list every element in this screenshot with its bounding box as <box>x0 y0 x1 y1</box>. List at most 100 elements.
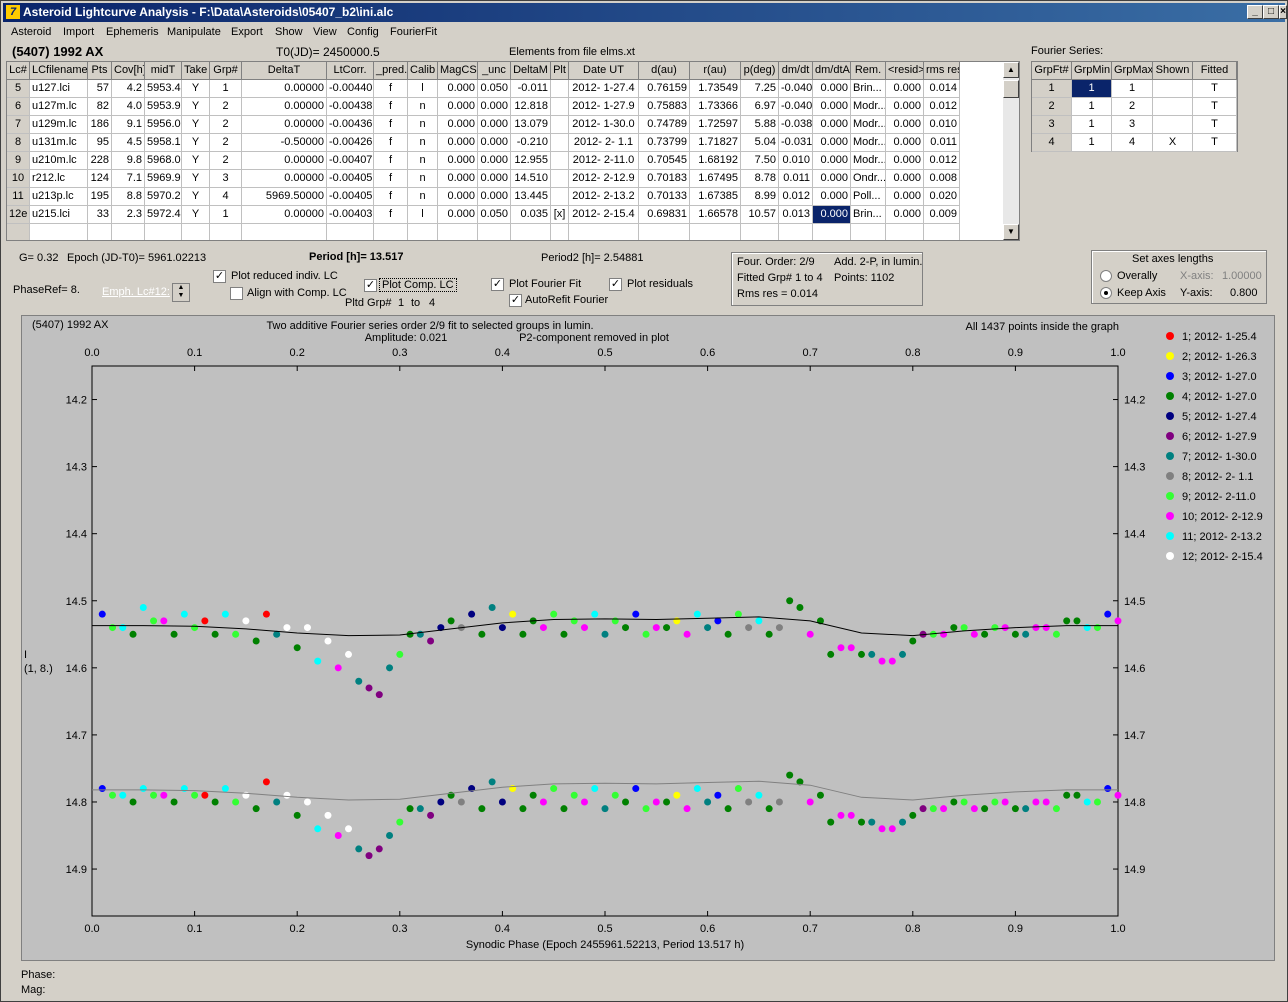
column-header[interactable]: p(deg) <box>741 62 779 80</box>
scroll-down-icon[interactable]: ▼ <box>1003 224 1019 240</box>
table-row[interactable]: 9 u210m.lc 228 9.8 5968.0 Y 2 0.00000 -0.00407 f n… <box>7 152 1007 170</box>
plot-fourier-checkbox[interactable]: ✓ <box>491 278 504 291</box>
table-cell[interactable]: Modr... <box>851 152 886 170</box>
table-cell[interactable]: n <box>408 134 438 152</box>
table-cell[interactable]: f <box>374 98 408 116</box>
chart-svg[interactable]: 0.0 0.0 0.1 0.1 0.2 0.2 0.3 0.3 0.4 0.4 0.5 0.5 0.6 0… <box>22 316 1274 960</box>
table-cell[interactable]: 0.000 <box>438 188 478 206</box>
table-cell[interactable]: 4.0 <box>112 98 145 116</box>
emph-spinner[interactable]: ▲ ▼ <box>172 283 190 302</box>
table-cell[interactable]: 5972.4 <box>145 206 182 224</box>
table-cell[interactable]: 1.72597 <box>690 116 741 134</box>
table-cell[interactable]: 228 <box>88 152 112 170</box>
table-cell[interactable]: 5968.0 <box>145 152 182 170</box>
table-cell[interactable]: 1.67495 <box>690 170 741 188</box>
menu-import[interactable]: Import <box>63 26 94 38</box>
table-cell[interactable]: 12.955 <box>511 152 551 170</box>
table-cell[interactable]: -0.210 <box>511 134 551 152</box>
fourier-cell[interactable] <box>1153 98 1193 116</box>
table-cell[interactable]: 8 <box>7 134 30 152</box>
table-cell[interactable]: 0.000 <box>813 170 851 188</box>
table-cell[interactable] <box>551 116 569 134</box>
plot-comp-checkbox[interactable]: ✓ <box>364 279 377 292</box>
column-header[interactable]: DeltaM <box>511 62 551 80</box>
table-cell[interactable] <box>145 224 182 240</box>
table-cell[interactable] <box>551 134 569 152</box>
table-cell[interactable]: 0.012 <box>779 188 813 206</box>
table-cell[interactable]: 5953.4 <box>145 80 182 98</box>
table-cell[interactable] <box>551 98 569 116</box>
column-header[interactable]: GrpFt# <box>1032 62 1072 80</box>
menu-export[interactable]: Export <box>231 26 263 38</box>
table-cell[interactable] <box>551 80 569 98</box>
column-header[interactable]: MagCS <box>438 62 478 80</box>
table-cell[interactable]: -0.50000 <box>242 134 327 152</box>
table-cell[interactable] <box>112 224 145 240</box>
column-header[interactable]: dm/dtA <box>813 62 851 80</box>
table-cell[interactable]: -0.00407 <box>327 152 374 170</box>
fourier-row[interactable]: 212 T <box>1032 98 1288 116</box>
table-cell[interactable]: -0.00440 <box>327 80 374 98</box>
table-cell[interactable]: 1.67385 <box>690 188 741 206</box>
table-cell[interactable]: 0.000 <box>438 98 478 116</box>
table-cell[interactable]: 0.050 <box>478 206 511 224</box>
table-cell[interactable]: n <box>408 188 438 206</box>
table-cell[interactable]: 3 <box>210 170 242 188</box>
table-cell[interactable]: u129m.lc <box>30 116 88 134</box>
table-cell[interactable]: 13.079 <box>511 116 551 134</box>
table-row-empty[interactable] <box>7 224 1007 240</box>
table-cell[interactable]: 13.445 <box>511 188 551 206</box>
table-cell[interactable] <box>924 224 960 240</box>
table-cell[interactable] <box>639 224 690 240</box>
table-cell[interactable]: 0.008 <box>924 170 960 188</box>
table-cell[interactable]: 0.000 <box>478 152 511 170</box>
table-cell[interactable]: u213p.lc <box>30 188 88 206</box>
column-header[interactable]: Cov[h] <box>112 62 145 80</box>
table-cell[interactable] <box>551 224 569 240</box>
table-cell[interactable]: f <box>374 152 408 170</box>
column-header[interactable]: LtCorr. <box>327 62 374 80</box>
column-header[interactable]: r(au) <box>690 62 741 80</box>
table-cell[interactable]: 4.2 <box>112 80 145 98</box>
column-header[interactable]: GrpMin <box>1072 62 1112 80</box>
column-header[interactable]: Fitted <box>1193 62 1237 80</box>
table-cell[interactable]: f <box>374 116 408 134</box>
lightcurve-plot[interactable]: 0.0 0.0 0.1 0.1 0.2 0.2 0.3 0.3 0.4 0.4 0.5 0.5 0.6 0… <box>21 315 1275 961</box>
table-cell[interactable]: Poll... <box>851 188 886 206</box>
table-cell[interactable]: n <box>408 116 438 134</box>
menu-config[interactable]: Config <box>347 26 379 38</box>
table-cell[interactable]: 0.00000 <box>242 206 327 224</box>
table-cell[interactable]: 0.000 <box>813 152 851 170</box>
table-cell[interactable]: 2 <box>210 134 242 152</box>
table-cell[interactable]: 1.71827 <box>690 134 741 152</box>
table-cell[interactable]: 12.818 <box>511 98 551 116</box>
table-cell[interactable]: 57 <box>88 80 112 98</box>
fourier-header-row[interactable]: GrpFt# GrpMin GrpMax Shown Fitted <box>1032 62 1288 80</box>
table-cell[interactable]: Modr... <box>851 116 886 134</box>
overally-radio[interactable] <box>1100 270 1112 282</box>
table-cell[interactable]: f <box>374 170 408 188</box>
table-cell[interactable]: Ondr... <box>851 170 886 188</box>
table-cell[interactable]: -0.00403 <box>327 206 374 224</box>
table-cell[interactable]: Brin... <box>851 206 886 224</box>
column-header[interactable]: Grp# <box>210 62 242 80</box>
column-header[interactable]: Shown <box>1153 62 1193 80</box>
table-cell[interactable]: 10.57 <box>741 206 779 224</box>
column-header[interactable]: midT <box>145 62 182 80</box>
table-cell[interactable]: 0.74789 <box>639 116 690 134</box>
table-cell[interactable]: 2012- 2-12.9 <box>569 170 639 188</box>
table-cell[interactable] <box>551 170 569 188</box>
table-cell[interactable]: 0.000 <box>886 80 924 98</box>
table-cell[interactable]: 95 <box>88 134 112 152</box>
table-cell[interactable]: 8.78 <box>741 170 779 188</box>
fourier-cell[interactable]: 1 <box>1032 80 1072 98</box>
table-cell[interactable]: 0.010 <box>779 152 813 170</box>
table-cell[interactable]: 9 <box>7 152 30 170</box>
table-cell[interactable]: 0.020 <box>924 188 960 206</box>
table-cell[interactable]: 0.000 <box>886 170 924 188</box>
table-cell[interactable] <box>886 224 924 240</box>
table-cell[interactable] <box>741 224 779 240</box>
autorefit-checkbox[interactable]: ✓ <box>509 294 522 307</box>
table-cell[interactable]: 0.00000 <box>242 152 327 170</box>
table-cell[interactable] <box>242 224 327 240</box>
